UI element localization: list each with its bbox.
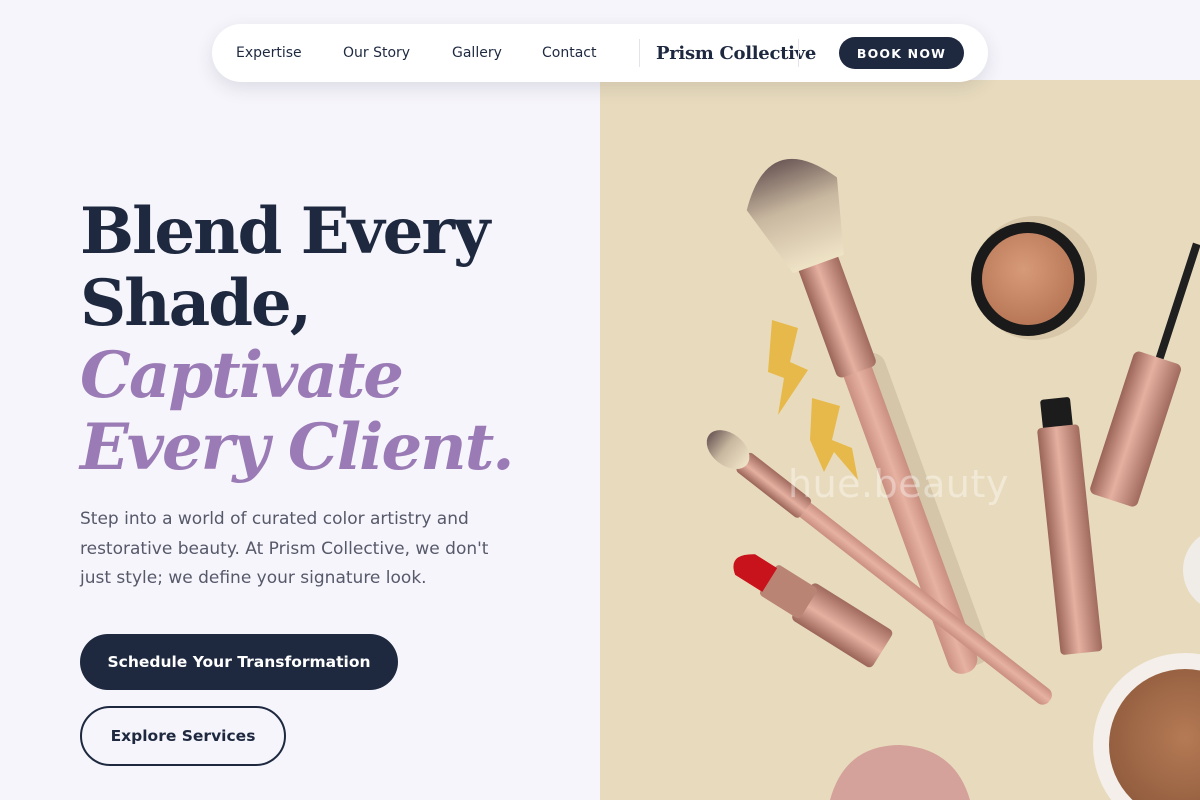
- scrunchie-icon: [830, 745, 970, 800]
- nav-link-gallery[interactable]: Gallery: [452, 24, 502, 82]
- explore-services-button[interactable]: Explore Services: [80, 706, 286, 766]
- headline-line-1: Blend Every: [80, 194, 490, 269]
- bronzer-compact-icon: [1093, 653, 1200, 800]
- headline-accent-line-1: Captivate: [80, 338, 404, 413]
- image-watermark: hue.beauty: [788, 462, 1009, 506]
- mascara-icon: [1037, 397, 1103, 655]
- concealer-pot-icon: [971, 216, 1097, 340]
- top-navigation: Expertise Our Story Gallery Contact Pris…: [212, 24, 988, 82]
- headline-line-2: Shade,: [80, 266, 312, 341]
- hero-subtext: Step into a world of curated color artis…: [80, 509, 489, 588]
- headline-accent-line-2: Every Client.: [80, 410, 515, 485]
- nav-divider-right: [798, 39, 799, 67]
- powder-brush-icon: [746, 158, 990, 674]
- nav-link-expertise[interactable]: Expertise: [236, 24, 302, 82]
- hero-product-image: hue.beauty: [600, 80, 1200, 800]
- nav-divider-left: [639, 39, 640, 67]
- schedule-transformation-button[interactable]: Schedule Your Transformation: [80, 634, 398, 690]
- brand-logo[interactable]: Prism Collective: [656, 24, 816, 82]
- book-now-button[interactable]: BOOK NOW: [839, 37, 964, 69]
- nav-link-contact[interactable]: Contact: [542, 24, 596, 82]
- nav-link-our-story[interactable]: Our Story: [343, 24, 410, 82]
- compact-edge-icon: [1183, 536, 1200, 604]
- makeup-flatlay-illustration: [706, 158, 1200, 800]
- hero-headline: Blend Every Shade, Captivate Every Clien…: [80, 196, 580, 484]
- lip-gloss-icon: [1090, 242, 1200, 507]
